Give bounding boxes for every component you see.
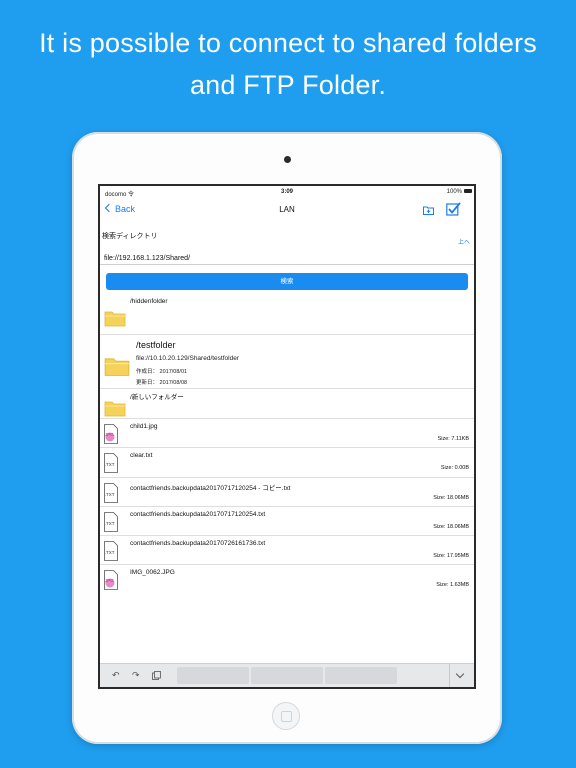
- search-directory-label: 検索ディレクトリ: [102, 233, 158, 240]
- file-name: clear.txt: [130, 452, 153, 459]
- txt-file-icon: .TXT: [104, 453, 118, 473]
- battery-percent: 100%: [446, 189, 462, 195]
- search-button[interactable]: 検索: [106, 273, 468, 290]
- file-size: Size: 7.11KB: [437, 436, 469, 442]
- file-path: file://10.10.20.129/Shared/testfolder: [136, 355, 239, 362]
- status-time: 3:09: [280, 189, 293, 195]
- folder-icon: [104, 358, 130, 376]
- jpg-file-icon: JPG: [104, 424, 118, 444]
- list-item-hiddenfolder[interactable]: /hiddenfolder: [100, 294, 474, 335]
- file-name: /新しいフォルダー: [130, 394, 184, 401]
- txt-file-icon-label: .TXT: [105, 521, 115, 526]
- undo-icon[interactable]: ↶: [112, 670, 120, 681]
- headline-line1: It is possible to connect to shared fold…: [39, 28, 537, 58]
- file-name: /testfolder: [136, 340, 176, 350]
- txt-file-icon-label: .TXT: [105, 492, 115, 497]
- jpg-file-icon-label: JPG: [105, 578, 114, 583]
- suggestion-slot[interactable]: [251, 667, 323, 684]
- ipad-frame: docomo 令 3:09 100% Back LAN 検索ディレクトリ 上へ …: [72, 132, 502, 744]
- suggestion-slot[interactable]: [325, 667, 397, 684]
- camera: [284, 156, 291, 163]
- path-input[interactable]: file://192.168.1.123/Shared/: [100, 252, 474, 265]
- app-screen: docomo 令 3:09 100% Back LAN 検索ディレクトリ 上へ …: [98, 184, 476, 689]
- up-button[interactable]: 上へ: [458, 237, 470, 246]
- home-button[interactable]: [272, 702, 300, 730]
- list-item-child1[interactable]: JPG child1.jpg Size: 7.11KB: [100, 419, 474, 448]
- redo-icon[interactable]: ↷: [132, 670, 140, 681]
- jpg-file-icon: JPG: [104, 570, 118, 590]
- file-name: contactfriends.backupdata20170717120254 …: [130, 485, 291, 492]
- divider: [449, 664, 450, 687]
- list-item-clear[interactable]: .TXT clear.txt Size: 0.00B: [100, 448, 474, 478]
- txt-file-icon: .TXT: [104, 541, 118, 561]
- suggestion-slot[interactable]: [177, 667, 249, 684]
- folder-add-icon[interactable]: [423, 205, 434, 215]
- status-bar: docomo 令 3:09 100%: [100, 186, 474, 198]
- list-item-backup-copy[interactable]: .TXT contactfriends.backupdata2017071712…: [100, 478, 474, 507]
- file-size: Size: 18.06MB: [433, 495, 469, 501]
- folder-icon: [104, 311, 126, 327]
- list-item-backup-0717[interactable]: .TXT contactfriends.backupdata2017071712…: [100, 507, 474, 536]
- file-size: Size: 18.06MB: [433, 524, 469, 530]
- created-date: 作成日： 2017/08/01: [136, 369, 188, 375]
- file-name: /hiddenfolder: [130, 298, 168, 305]
- chevron-down-icon[interactable]: [455, 669, 465, 679]
- file-name: child1.jpg: [130, 423, 158, 430]
- modified-date: 更新日： 2017/08/08: [136, 380, 188, 386]
- txt-file-icon: .TXT: [104, 483, 118, 503]
- battery-icon: [464, 189, 472, 193]
- list-item-backup-0726[interactable]: .TXT contactfriends.backupdata2017072616…: [100, 536, 474, 565]
- file-size: Size: 0.00B: [440, 465, 469, 471]
- headline-line2: and FTP Folder.: [189, 70, 387, 100]
- keyboard-shortcut-bar: ↶ ↷: [100, 663, 474, 687]
- file-name: contactfriends.backupdata20170717120254.…: [130, 511, 266, 518]
- list-item-img0062[interactable]: JPG IMG_0062.JPG Size: 1.63MB: [100, 565, 474, 595]
- jpg-file-icon-label: JPG: [105, 432, 114, 437]
- file-size: Size: 17.95MB: [433, 553, 469, 559]
- nav-title: LAN: [279, 205, 295, 214]
- file-name: contactfriends.backupdata20170726161736.…: [130, 540, 266, 547]
- paste-icon[interactable]: [152, 671, 161, 680]
- checkbox-check-icon[interactable]: [446, 202, 461, 217]
- file-list: /hiddenfolder /testfolder file://10.10.2…: [100, 294, 474, 595]
- list-item-testfolder[interactable]: /testfolder file://10.10.20.129/Shared/t…: [100, 335, 474, 389]
- headline: It is possible to connect to shared fold…: [0, 22, 576, 106]
- home-square-icon: [281, 711, 292, 722]
- file-size: Size: 1.63MB: [436, 582, 469, 588]
- folder-icon: [104, 401, 126, 417]
- txt-file-icon: .TXT: [104, 512, 118, 532]
- navigation-bar: Back LAN: [100, 198, 474, 224]
- txt-file-icon-label: .TXT: [105, 550, 115, 555]
- file-name: IMG_0062.JPG: [130, 569, 175, 576]
- txt-file-icon-label: .TXT: [105, 462, 115, 467]
- list-item-new-folder[interactable]: /新しいフォルダー: [100, 389, 474, 419]
